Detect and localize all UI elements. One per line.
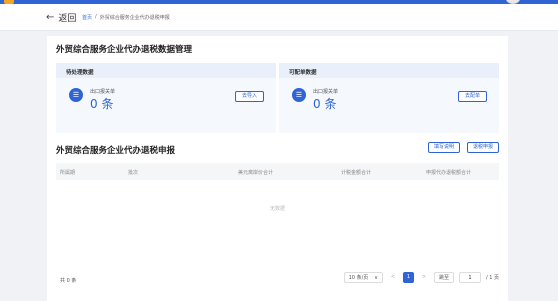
page-total: / 1 页 bbox=[485, 275, 499, 281]
panel-title: 待处理数据 bbox=[56, 63, 276, 78]
declaration-actions: 填写说明 退税申报 bbox=[427, 142, 499, 153]
breadcrumb-home[interactable]: 首页 bbox=[82, 14, 92, 21]
back-label: 返回 bbox=[58, 14, 77, 24]
panel-title: 可配单数据 bbox=[279, 63, 499, 78]
pagination: 10 条/页 ∨ < 1 > 跳至 1 / 1 页 bbox=[343, 272, 499, 283]
panel-label: 出口报关单 bbox=[313, 89, 339, 95]
import-button[interactable]: 去导入 bbox=[234, 91, 264, 102]
current-page-button[interactable]: 1 bbox=[402, 272, 414, 283]
next-page-button[interactable]: > bbox=[419, 272, 429, 283]
navigation-bar: ← 返回 首页 / 外贸综合服务企业代办退税申报 bbox=[0, 4, 558, 31]
tax-refund-declare-button[interactable]: 退税申报 bbox=[466, 142, 499, 153]
page-size-select[interactable]: 10 条/页 ∨ bbox=[343, 272, 383, 283]
scrollbar[interactable] bbox=[552, 31, 558, 301]
column-refund-total: 申报代办退税额合计 bbox=[426, 170, 472, 176]
chevron-down-icon: ∨ bbox=[374, 275, 378, 281]
column-tax-base-total: 计税金额合计 bbox=[341, 170, 372, 176]
instructions-button[interactable]: 填写说明 bbox=[427, 142, 460, 153]
back-button[interactable]: ← 返回 bbox=[46, 11, 76, 24]
empty-state: 无数据 bbox=[269, 206, 285, 212]
declaration-title: 外贸综合服务企业代办退税申报 bbox=[56, 146, 176, 156]
panel-count: 0 条 bbox=[313, 97, 337, 111]
panel-count: 0 条 bbox=[90, 97, 114, 111]
table-header: 所属期 批次 美元离岸价合计 计税金额合计 申报代办退税额合计 bbox=[56, 163, 499, 180]
jump-page-input[interactable]: 1 bbox=[458, 272, 481, 283]
match-button[interactable]: 去配单 bbox=[457, 91, 487, 102]
prev-page-button[interactable]: < bbox=[388, 272, 398, 283]
column-period: 所属期 bbox=[60, 170, 76, 176]
panel-label: 出口报关单 bbox=[90, 89, 116, 95]
page-size-value: 10 条/页 bbox=[348, 275, 369, 281]
breadcrumb-current: 外贸综合服务企业代办退税申报 bbox=[99, 15, 170, 21]
total-count: 共 0 条 bbox=[60, 278, 77, 284]
document-icon: ☰ bbox=[69, 88, 83, 102]
column-batch: 批次 bbox=[128, 170, 139, 176]
jump-label: 跳至 bbox=[433, 272, 454, 283]
breadcrumb: 首页 / 外贸综合服务企业代办退税申报 bbox=[82, 14, 170, 21]
matchable-data-panel: 可配单数据 ☰ 出口报关单 0 条 去配单 bbox=[279, 63, 499, 133]
main-card: 外贸综合服务企业代办退税数据管理 待处理数据 ☰ 出口报关单 0 条 去导入 可… bbox=[47, 36, 508, 301]
document-icon: ☰ bbox=[292, 88, 306, 102]
breadcrumb-separator: / bbox=[95, 14, 97, 20]
data-management-title: 外贸综合服务企业代办退税数据管理 bbox=[56, 45, 193, 55]
column-fob-total: 美元离岸价合计 bbox=[238, 170, 274, 176]
back-arrow-icon: ← bbox=[46, 12, 55, 23]
pending-data-panel: 待处理数据 ☰ 出口报关单 0 条 去导入 bbox=[56, 63, 276, 133]
